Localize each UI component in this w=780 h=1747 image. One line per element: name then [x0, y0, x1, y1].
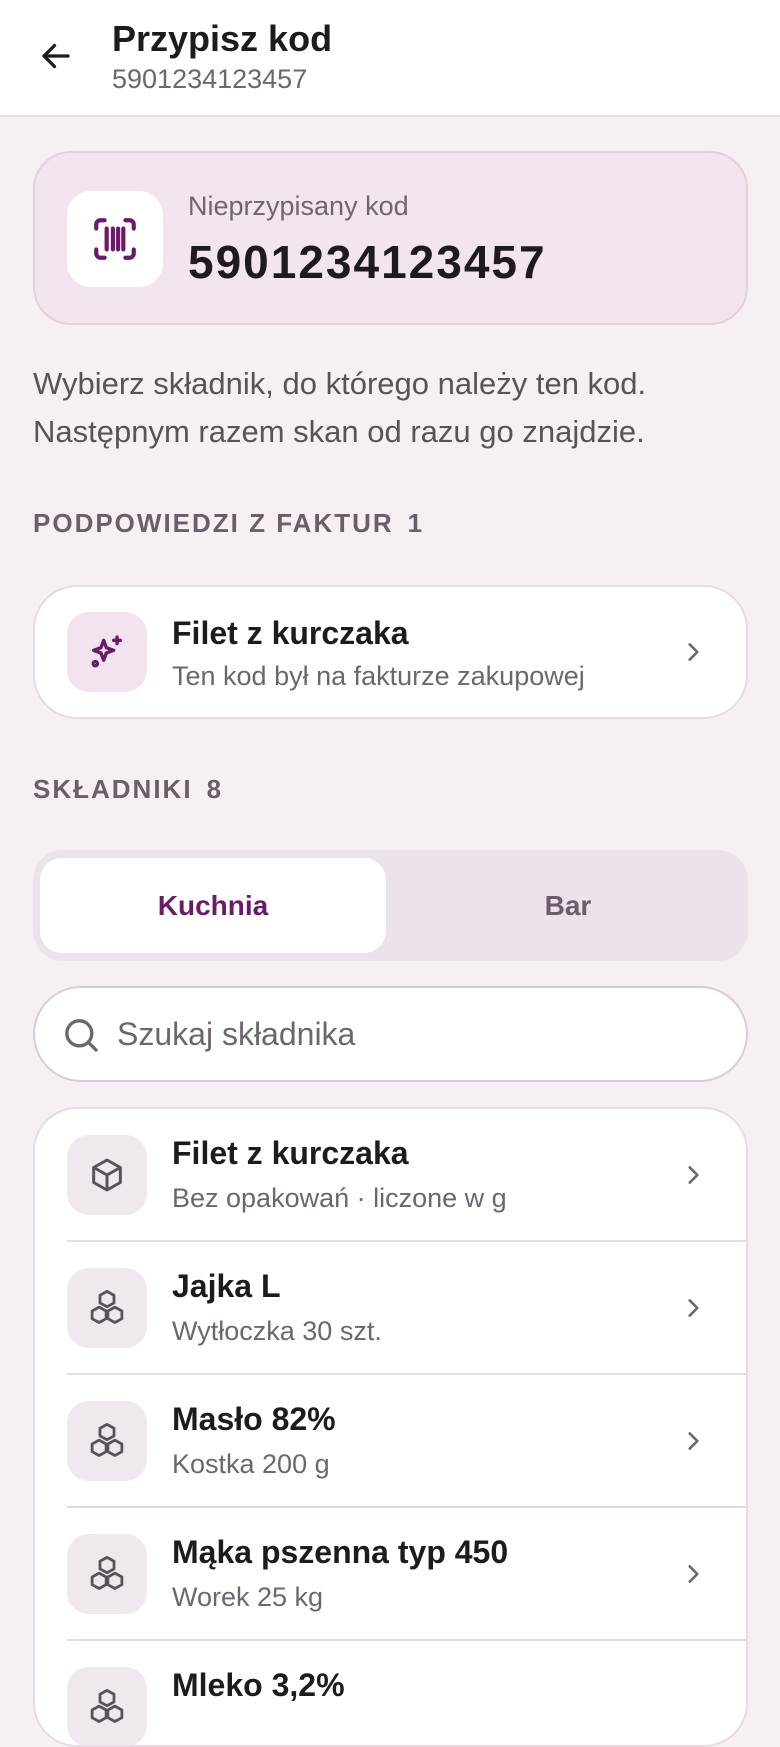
suggestion-subtitle: Ten kod był na fakturze zakupowej: [172, 661, 585, 691]
tab-bar[interactable]: Bar: [395, 858, 741, 953]
barcode-icon-box: [67, 191, 163, 287]
item-icon-box: [67, 1135, 147, 1215]
app-bar: Przypisz kod 5901234123457: [0, 0, 780, 117]
boxes-icon: [90, 1422, 124, 1457]
page-title: Przypisz kod: [112, 18, 333, 59]
sparkle-icon: [91, 635, 123, 668]
back-button[interactable]: [30, 30, 82, 82]
item-icon-box: [67, 1667, 147, 1745]
tab-kuchnia[interactable]: Kuchnia: [40, 858, 386, 953]
chevron-right-icon: [678, 1160, 708, 1190]
item-subtitle: Worek 25 kg: [172, 1582, 324, 1612]
list-item[interactable]: Jajka L Wytłoczka 30 szt.: [35, 1242, 746, 1375]
ingredients-count: 8: [206, 774, 224, 804]
boxes-icon: [90, 1688, 124, 1723]
search-icon: [65, 1019, 98, 1052]
page-subtitle: 5901234123457: [112, 64, 308, 94]
item-subtitle: Wytłoczka 30 szt.: [172, 1316, 382, 1346]
boxes-icon: [90, 1555, 124, 1590]
search-input[interactable]: [117, 988, 717, 1080]
suggestion-title: Filet z kurczaka: [172, 615, 409, 651]
ingredients-heading: SKŁADNIKI 8: [33, 774, 223, 805]
item-subtitle: Bez opakowań · liczone w g: [172, 1183, 507, 1213]
code-label: Nieprzypisany kod: [188, 191, 409, 221]
list-item[interactable]: Filet z kurczaka Bez opakowań · liczone …: [35, 1109, 746, 1242]
item-title: Masło 82%: [172, 1401, 336, 1437]
list-item[interactable]: Mąka pszenna typ 450 Worek 25 kg: [35, 1508, 746, 1641]
chevron-right-icon: [678, 1559, 708, 1589]
arrow-left-icon: [42, 43, 70, 69]
item-title: Filet z kurczaka: [172, 1135, 409, 1171]
code-value: 5901234123457: [188, 236, 547, 288]
item-title: Jajka L: [172, 1268, 281, 1304]
item-subtitle: Kostka 200 g: [172, 1449, 330, 1479]
suggestions-count: 1: [407, 508, 425, 538]
location-tabs: Kuchnia Bar: [33, 850, 748, 961]
box-icon: [92, 1158, 122, 1192]
barcode-scan-icon: [94, 218, 136, 260]
boxes-icon: [90, 1289, 124, 1324]
item-icon-box: [67, 1534, 147, 1614]
item-title: Mąka pszenna typ 450: [172, 1534, 509, 1570]
item-icon-box: [67, 1401, 147, 1481]
suggestions-heading-label: PODPOWIEDZI Z FAKTUR: [33, 508, 394, 538]
unassigned-code-card: Nieprzypisany kod 5901234123457: [33, 151, 748, 325]
chevron-right-icon: [678, 1426, 708, 1456]
helper-text: Wybierz składnik, do którego należy ten …: [33, 366, 647, 449]
ingredients-heading-label: SKŁADNIKI: [33, 774, 193, 804]
item-icon-box: [67, 1268, 147, 1348]
suggestions-heading: PODPOWIEDZI Z FAKTUR 1: [33, 508, 424, 539]
suggestion-icon-box: [67, 612, 147, 692]
list-item[interactable]: Mleko 3,2%: [35, 1641, 746, 1745]
suggestion-item[interactable]: Filet z kurczaka Ten kod był na fakturze…: [33, 585, 748, 719]
search-box: [33, 986, 748, 1082]
list-item[interactable]: Masło 82% Kostka 200 g: [35, 1375, 746, 1508]
ingredient-list: Filet z kurczaka Bez opakowań · liczone …: [33, 1107, 748, 1747]
chevron-right-icon: [678, 637, 708, 667]
chevron-right-icon: [678, 1293, 708, 1323]
item-title: Mleko 3,2%: [172, 1667, 345, 1703]
